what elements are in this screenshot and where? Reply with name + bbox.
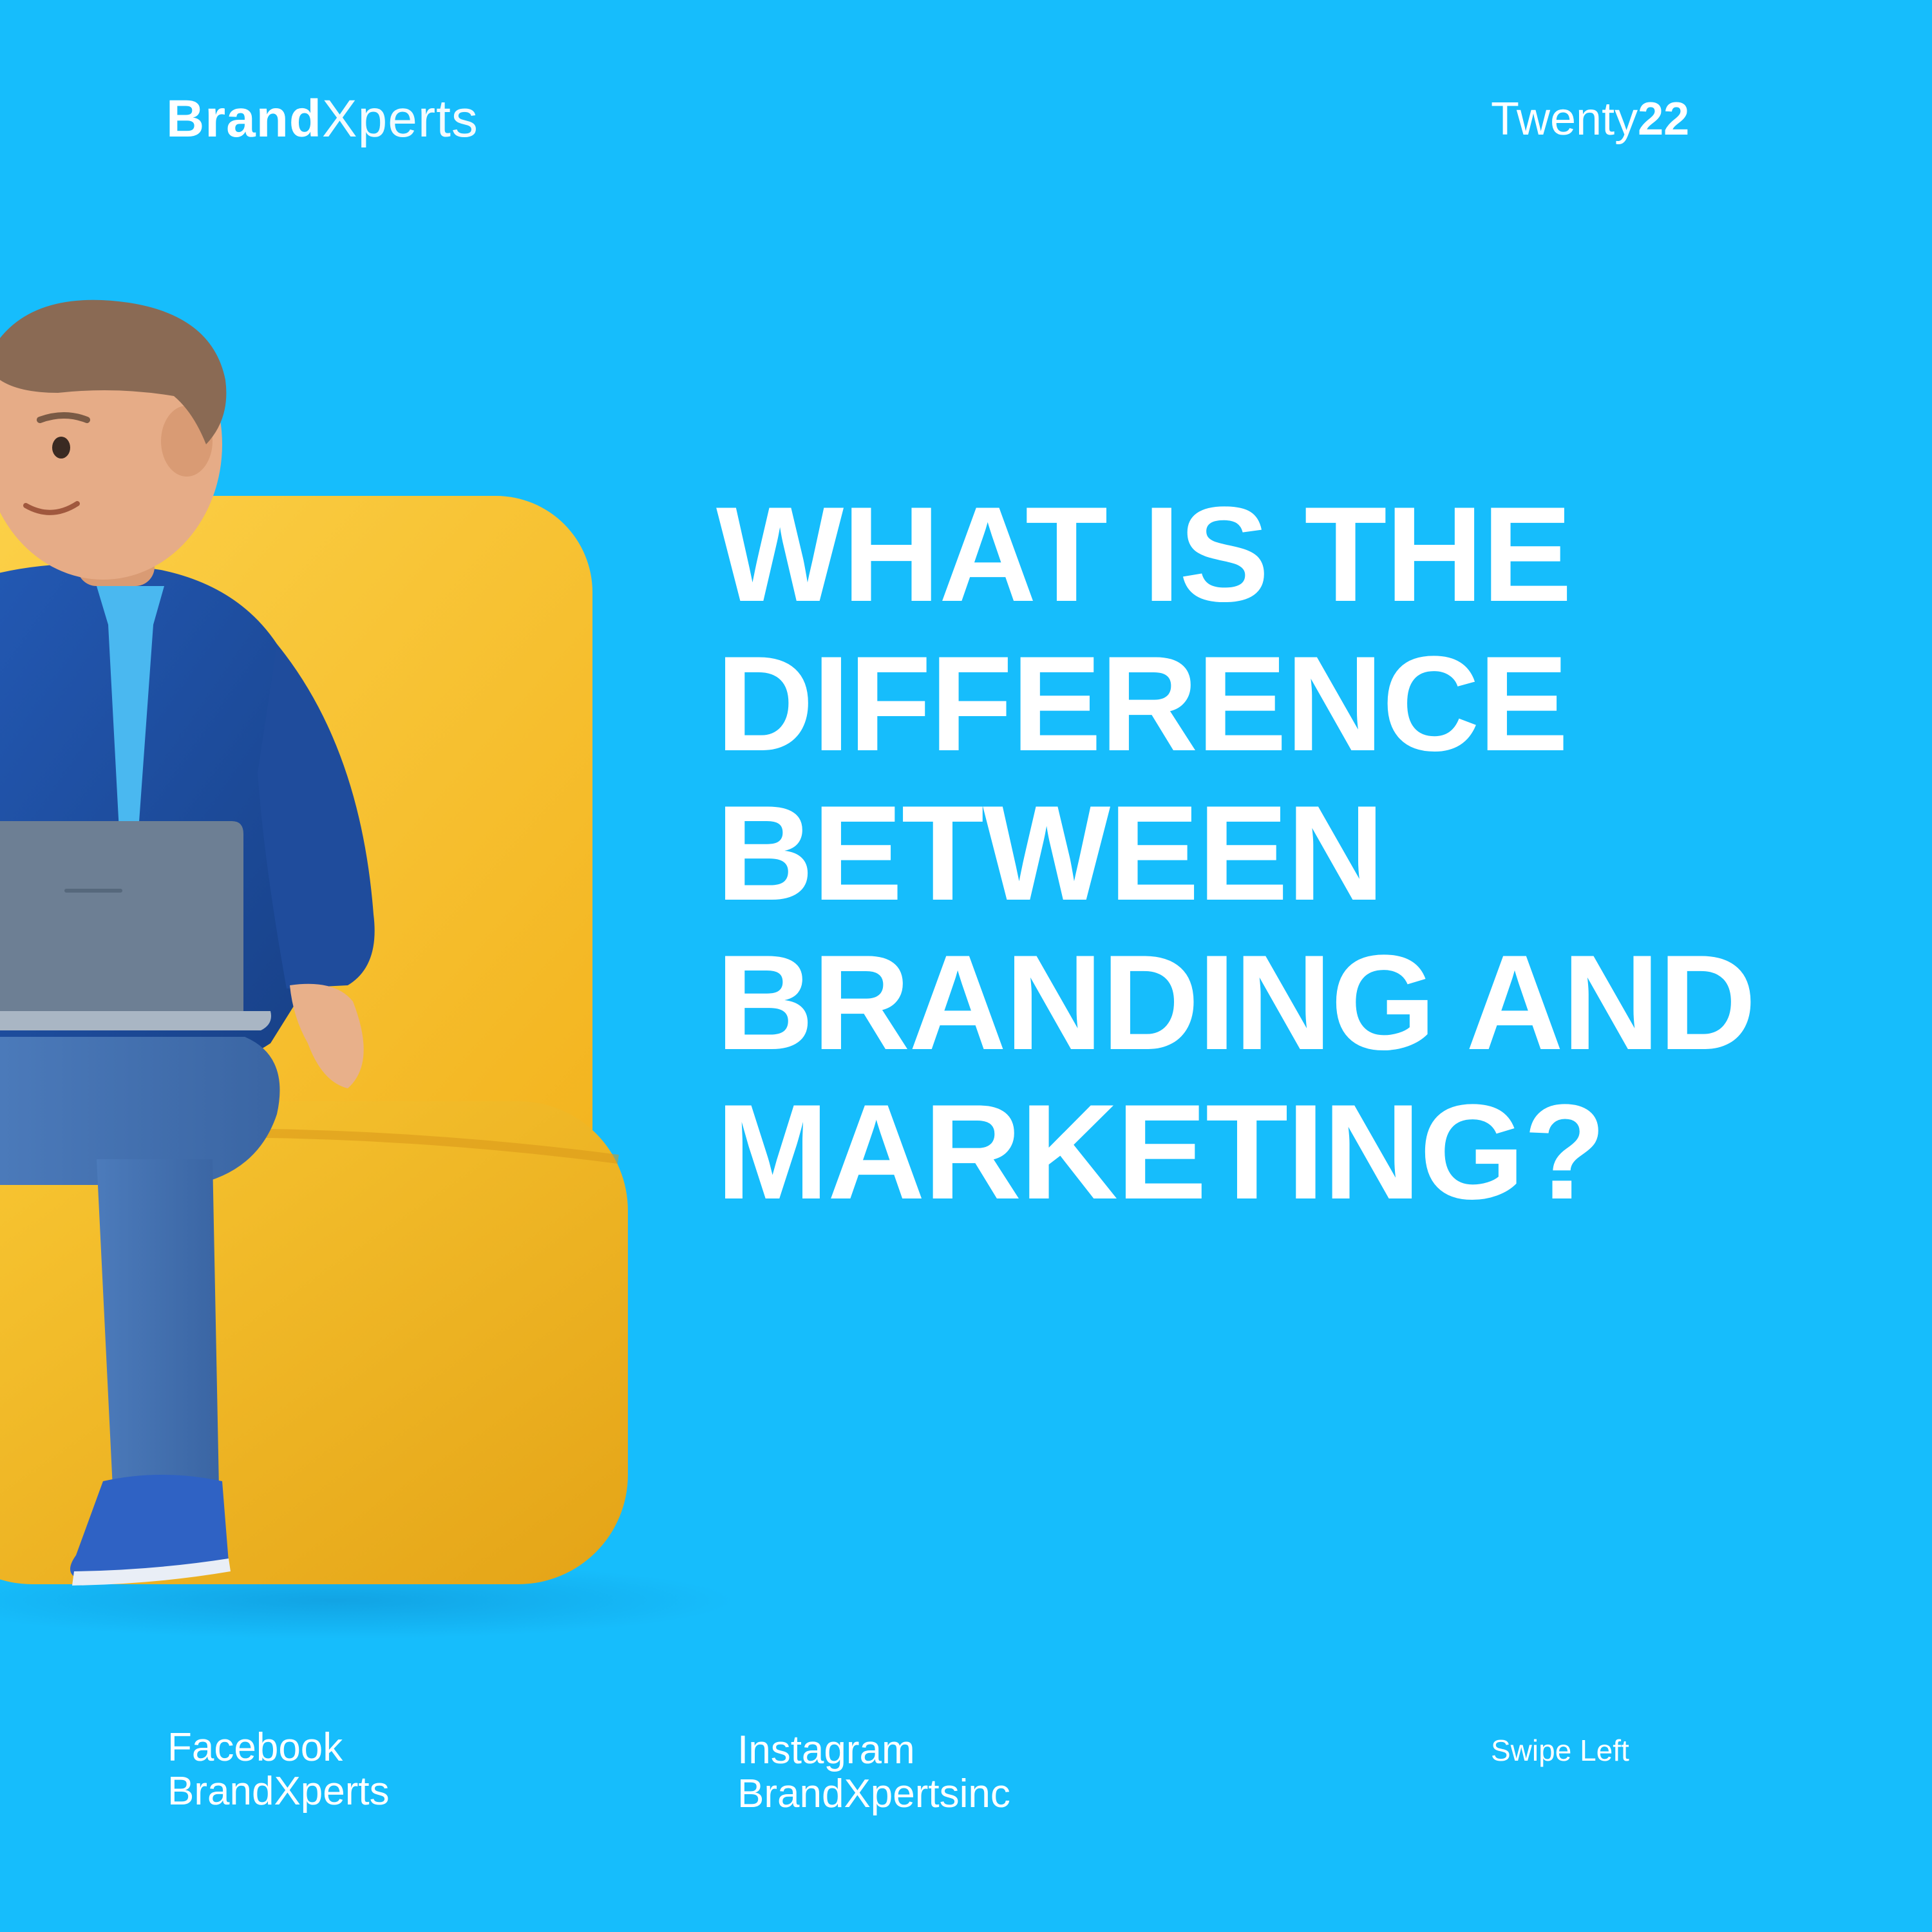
- brand-logo-light: Xperts: [321, 90, 478, 148]
- brand-logo-bold: Brand: [166, 90, 322, 148]
- headline-line: MARKETING?: [716, 1076, 1606, 1227]
- facebook-handle: BrandXperts: [167, 1769, 390, 1814]
- social-post-canvas: BrandXperts Twenty22 WHAT IS THE DIFFERE…: [0, 0, 1932, 1932]
- headline-line: BRANDING AND: [716, 927, 1756, 1078]
- brand-logo: BrandXperts: [166, 87, 478, 151]
- swipe-left-hint: Swipe Left: [1491, 1734, 1629, 1767]
- year-word: Twenty: [1491, 93, 1638, 145]
- year-number: 22: [1638, 93, 1690, 145]
- headline-line: DIFFERENCE: [716, 628, 1569, 779]
- instagram-contact: Instagram BrandXpertsinc: [737, 1728, 1010, 1816]
- laptop-lid: [0, 821, 243, 1011]
- headline: WHAT IS THE DIFFERENCE BETWEEN BRANDING …: [716, 480, 1908, 1227]
- instagram-handle: BrandXpertsinc: [737, 1772, 1010, 1816]
- instagram-label: Instagram: [737, 1728, 915, 1772]
- facebook-label: Facebook: [167, 1725, 343, 1770]
- headline-line: WHAT IS THE: [716, 478, 1572, 630]
- year-label: Twenty22: [1491, 90, 1689, 148]
- shin: [97, 1159, 219, 1488]
- laptop-base: [0, 1011, 271, 1030]
- facebook-contact: Facebook BrandXperts: [167, 1726, 390, 1814]
- headline-line: BETWEEN: [716, 777, 1385, 929]
